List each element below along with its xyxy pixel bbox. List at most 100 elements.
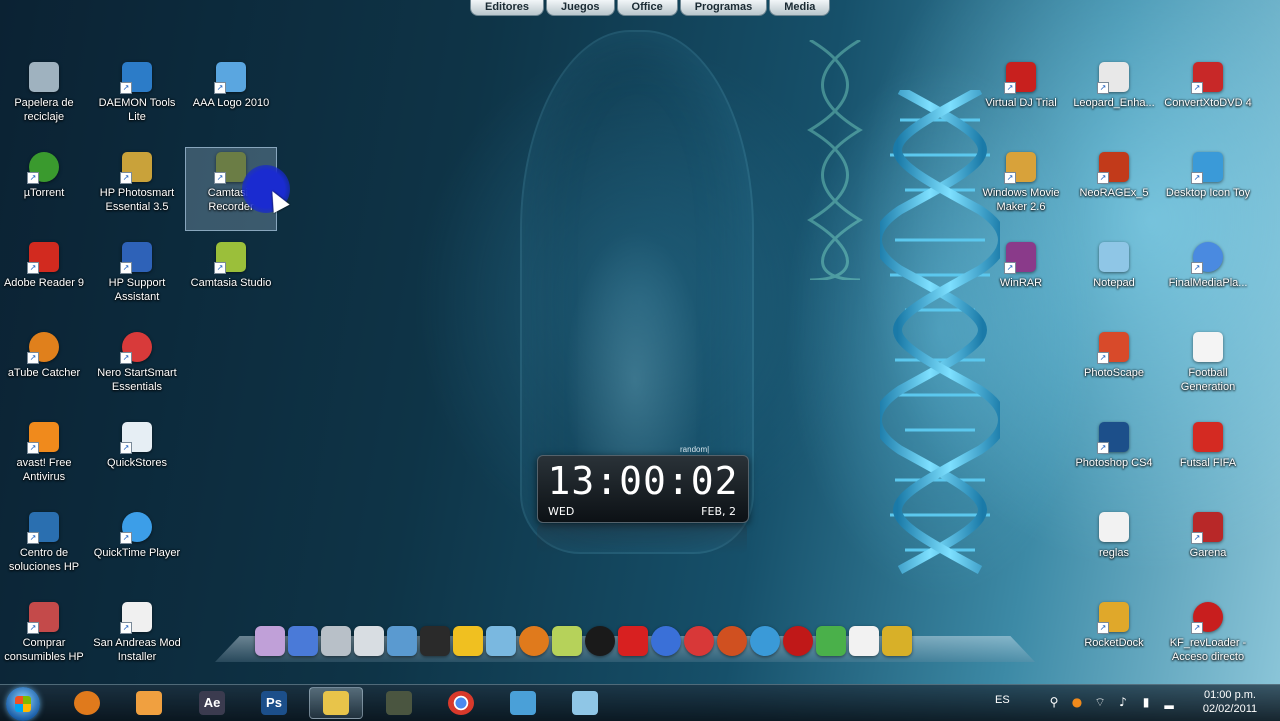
desktop-icon[interactable]: ↗ Adobe Reader 9 bbox=[0, 238, 90, 322]
dock-convertx-icon[interactable] bbox=[618, 626, 648, 656]
clock-date: FEB, 2 bbox=[701, 505, 736, 518]
desktop-icon-label: WinRAR bbox=[999, 277, 1043, 289]
taskbar-item-after-effects[interactable]: Ae bbox=[185, 687, 239, 719]
desktop-icon[interactable]: ↗ AAA Logo 2010 bbox=[185, 58, 277, 142]
dock-drive-icon[interactable] bbox=[321, 626, 351, 656]
desktop-icon-toy-icon: ↗ bbox=[1191, 152, 1223, 184]
taskbar-item-explorer[interactable] bbox=[309, 687, 363, 719]
desktop-icon[interactable]: ↗ FinalMediaPla... bbox=[1162, 238, 1254, 322]
tray-volume-icon[interactable]: ♪ bbox=[1115, 694, 1131, 710]
language-indicator[interactable]: ES bbox=[995, 694, 1010, 706]
dock-tools-icon[interactable] bbox=[882, 626, 912, 656]
taskbar-item-notepad[interactable] bbox=[558, 687, 612, 719]
dock-nero-icon[interactable] bbox=[684, 626, 714, 656]
tab-media[interactable]: Media bbox=[769, 0, 831, 16]
desktop-icon[interactable]: reglas bbox=[1068, 508, 1160, 592]
taskbar-item-camtasia-recorder[interactable] bbox=[372, 687, 426, 719]
desktop-icon[interactable]: ↗ PhotoScape bbox=[1068, 328, 1160, 412]
taskbar-item-atube[interactable] bbox=[60, 687, 114, 719]
system-tray: ⚲ ● ⌔ ♪ ▮ ▂ bbox=[1046, 694, 1177, 710]
desktop-icon[interactable]: ↗ RocketDock bbox=[1068, 598, 1160, 682]
dock-download-icon[interactable] bbox=[453, 626, 483, 656]
desktop-icon[interactable]: ↗ Comprar consumibles HP bbox=[0, 598, 90, 682]
desktop-icon[interactable]: ↗ Nero StartSmart Essentials bbox=[91, 328, 183, 412]
taskbar-item-photoshop[interactable]: Ps bbox=[247, 687, 301, 719]
desktop-icon[interactable]: ↗ QuickTime Player bbox=[91, 508, 183, 592]
desktop-icon-label: Nero StartSmart Essentials bbox=[97, 367, 177, 393]
desktop-icon-label: ConvertXtoDVD 4 bbox=[1164, 97, 1252, 109]
hp-support-icon: ↗ bbox=[120, 242, 152, 274]
tab-programas[interactable]: Programas bbox=[679, 0, 768, 16]
taskbar-item-messenger[interactable] bbox=[496, 687, 550, 719]
desktop-icon[interactable]: ↗ QuickStores bbox=[91, 418, 183, 502]
desktop-icon[interactable]: ↗ KF_revLoader - Acceso directo bbox=[1162, 598, 1254, 682]
atube-catcher-icon bbox=[74, 691, 100, 715]
dock-hp-icon[interactable] bbox=[585, 626, 615, 656]
desktop-icon[interactable]: ↗ NeoRAGEx_5 bbox=[1068, 148, 1160, 232]
tray-network-icon[interactable]: ⚲ bbox=[1046, 694, 1062, 710]
tray-avast-icon[interactable]: ● bbox=[1069, 694, 1085, 710]
desktop-icon-label: QuickStores bbox=[107, 457, 167, 469]
taskbar-item-media-player[interactable] bbox=[122, 687, 176, 719]
dock-clapper-icon[interactable] bbox=[420, 626, 450, 656]
desktop-icon[interactable]: ↗ µTorrent bbox=[0, 148, 90, 232]
desktop-icon[interactable]: Notepad bbox=[1068, 238, 1160, 322]
desktop-icon[interactable]: ↗ Camtasia Studio bbox=[185, 238, 277, 322]
dock-folder-icon[interactable] bbox=[354, 626, 384, 656]
leopard-icon: ↗ bbox=[1097, 62, 1129, 94]
desktop-icon[interactable]: Football Generation bbox=[1162, 328, 1254, 412]
desktop-icon-label: Desktop Icon Toy bbox=[1165, 187, 1251, 199]
start-button[interactable] bbox=[6, 687, 40, 721]
desktop-icon[interactable]: ↗ Garena bbox=[1162, 508, 1254, 592]
taskbar-clock[interactable]: 01:00 p.m. 02/02/2011 bbox=[1190, 688, 1270, 716]
dock-6-icon[interactable] bbox=[783, 626, 813, 656]
desktop-icon[interactable]: ↗ ConvertXtoDVD 4 bbox=[1162, 58, 1254, 142]
tab-juegos[interactable]: Juegos bbox=[546, 0, 615, 16]
notepad-icon bbox=[572, 691, 598, 715]
dock-finder-icon[interactable] bbox=[288, 626, 318, 656]
tray-wifi-icon[interactable]: ⌔ bbox=[1092, 694, 1108, 710]
desktop-icon[interactable]: ↗ Photoshop CS4 bbox=[1068, 418, 1160, 502]
dock-messenger-icon[interactable] bbox=[816, 626, 846, 656]
dock-document-icon[interactable] bbox=[849, 626, 879, 656]
desktop-icon-label: KF_revLoader - Acceso directo bbox=[1169, 637, 1247, 663]
dock-quicktime-icon[interactable] bbox=[750, 626, 780, 656]
tab-office[interactable]: Office bbox=[616, 0, 678, 16]
desktop-icon[interactable]: ↗ Centro de soluciones HP bbox=[0, 508, 90, 592]
desktop-icon[interactable]: ↗ avast! Free Antivirus bbox=[0, 418, 90, 502]
dock-ares-icon[interactable] bbox=[717, 626, 747, 656]
dock-itunes-icon[interactable] bbox=[255, 626, 285, 656]
dock-network-icon[interactable] bbox=[486, 626, 516, 656]
desktop-icon[interactable]: ↗ HP Support Assistant bbox=[91, 238, 183, 322]
desktop-icon-label: Adobe Reader 9 bbox=[3, 277, 85, 289]
quickstores-icon: ↗ bbox=[120, 422, 152, 454]
desktop-icon-label: reglas bbox=[1099, 547, 1129, 559]
desktop-icon[interactable]: ↗ Virtual DJ Trial bbox=[975, 58, 1067, 142]
desktop-icon[interactable]: ↗ aTube Catcher bbox=[0, 328, 90, 412]
daemon-tools-icon: ↗ bbox=[120, 62, 152, 94]
desktop-icon[interactable]: ↗ DAEMON Tools Lite bbox=[91, 58, 183, 142]
desktop-icon[interactable]: ↗ WinRAR bbox=[975, 238, 1067, 322]
desktop-icon[interactable]: ↗ San Andreas Mod Installer bbox=[91, 598, 183, 682]
desktop-icon[interactable]: Papelera de reciclaje bbox=[0, 58, 90, 142]
camtasia-recorder-icon bbox=[386, 691, 412, 715]
desktop-icon[interactable]: ↗ Leopard_Enha... bbox=[1068, 58, 1160, 142]
hp-supplies-icon: ↗ bbox=[27, 602, 59, 634]
taskbar-item-chrome[interactable] bbox=[434, 687, 488, 719]
desktop-icon[interactable]: ↗ Windows Movie Maker 2.6 bbox=[975, 148, 1067, 232]
tray-power-icon[interactable]: ▮ bbox=[1138, 694, 1154, 710]
tray-signal-icon[interactable]: ▂ bbox=[1161, 694, 1177, 710]
photoshop-icon: ↗ bbox=[1097, 422, 1129, 454]
desktop-icon[interactable]: ↗ Desktop Icon Toy bbox=[1162, 148, 1254, 232]
desktop-icon[interactable]: ↗ HP Photosmart Essential 3.5 bbox=[91, 148, 183, 232]
tab-editores[interactable]: Editores bbox=[470, 0, 545, 16]
dock-media-player-icon[interactable] bbox=[651, 626, 681, 656]
dock-atube-icon[interactable] bbox=[519, 626, 549, 656]
clock-day: WED bbox=[548, 505, 575, 518]
clock-brand: random| bbox=[680, 445, 710, 454]
desktop-icon-label: Futsal FIFA bbox=[1179, 457, 1237, 469]
dock-image-icon[interactable] bbox=[387, 626, 417, 656]
dock-camtasia-icon[interactable] bbox=[552, 626, 582, 656]
clock-widget[interactable]: 13:00:02 WED FEB, 2 bbox=[537, 455, 749, 523]
desktop-icon[interactable]: Futsal FIFA bbox=[1162, 418, 1254, 502]
